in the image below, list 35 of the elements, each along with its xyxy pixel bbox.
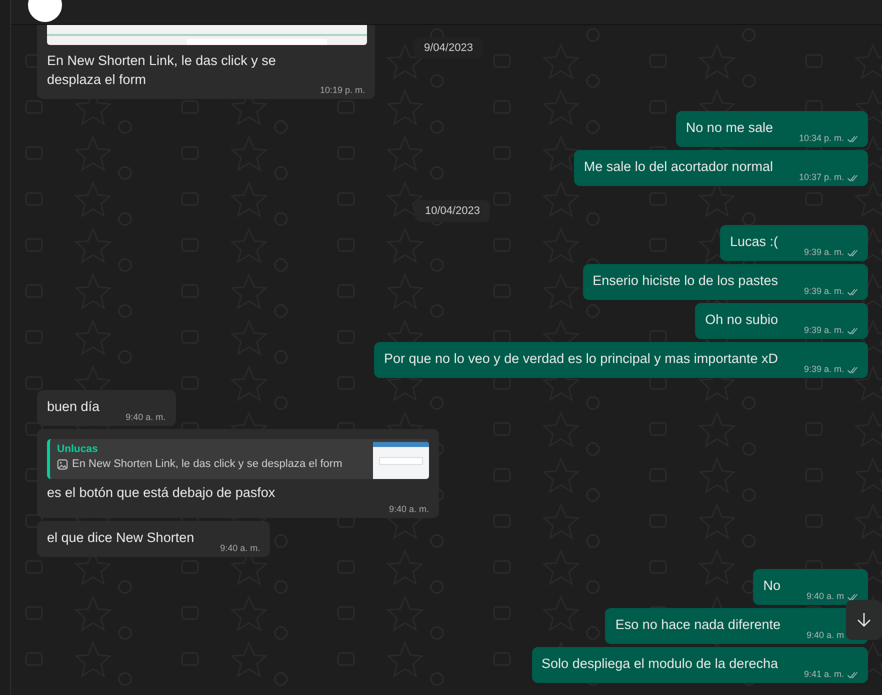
message-time: 9:40 a. m	[806, 629, 844, 642]
screenshot-thumbnail	[373, 442, 429, 479]
message-time: 9:39 a. m.	[804, 246, 844, 259]
message-text: Por que no lo veo y de verdad es lo principal y mas importante xD	[384, 350, 778, 368]
message-text: Lucas :(	[730, 233, 778, 251]
message-text: Oh no subio	[705, 311, 778, 329]
image-icon	[57, 458, 68, 470]
message-text: Eso no hace nada diferente	[615, 616, 780, 634]
message-text: No no me sale	[686, 119, 773, 137]
date-label: 9/04/2023	[414, 37, 483, 59]
quote-author: Unlucas	[57, 442, 99, 456]
quoted-message[interactable]: Unlucas En New Shorten Link, le das click y se desplaza el form	[47, 439, 429, 479]
arrow-down-icon	[856, 612, 872, 628]
message-time: 10:19 p. m.	[320, 84, 365, 97]
message-time: 9:41 a. m.	[804, 668, 844, 681]
message-text: En New Shorten Link, le das click y se desplaza el form	[47, 52, 277, 89]
message-time: 9:40 a. m.	[388, 503, 429, 516]
quote-text: En New Shorten Link, le das click y se desplaza el form	[72, 457, 342, 472]
message-time: 9:40 a. m.	[220, 542, 260, 555]
message-text: es el botón que está debajo de pasfox	[47, 484, 276, 502]
date-label: 10/04/2023	[414, 200, 490, 222]
message-time: 10:34 p. m.	[798, 132, 844, 145]
message-text: Me sale lo del acortador normal	[584, 158, 773, 176]
message-time: 9:39 a. m.	[804, 363, 844, 376]
message-text: Enserio hiciste lo de los pastes	[592, 272, 778, 290]
message-time: 9:40 a. m.	[126, 411, 166, 424]
message-time: 10:37 p. m.	[798, 171, 844, 184]
message-text: buen día	[47, 398, 100, 416]
scroll-down-button[interactable]	[846, 600, 882, 640]
message-text: el que dice New Shorten	[47, 529, 194, 547]
message-time: 9:40 a. m	[806, 590, 844, 603]
message-text: No	[763, 577, 780, 595]
message-time: 9:39 a. m.	[804, 285, 844, 298]
message-text: Solo despliega el modulo de la derecha	[542, 655, 778, 673]
message-time: 9:39 a. m.	[804, 324, 844, 337]
